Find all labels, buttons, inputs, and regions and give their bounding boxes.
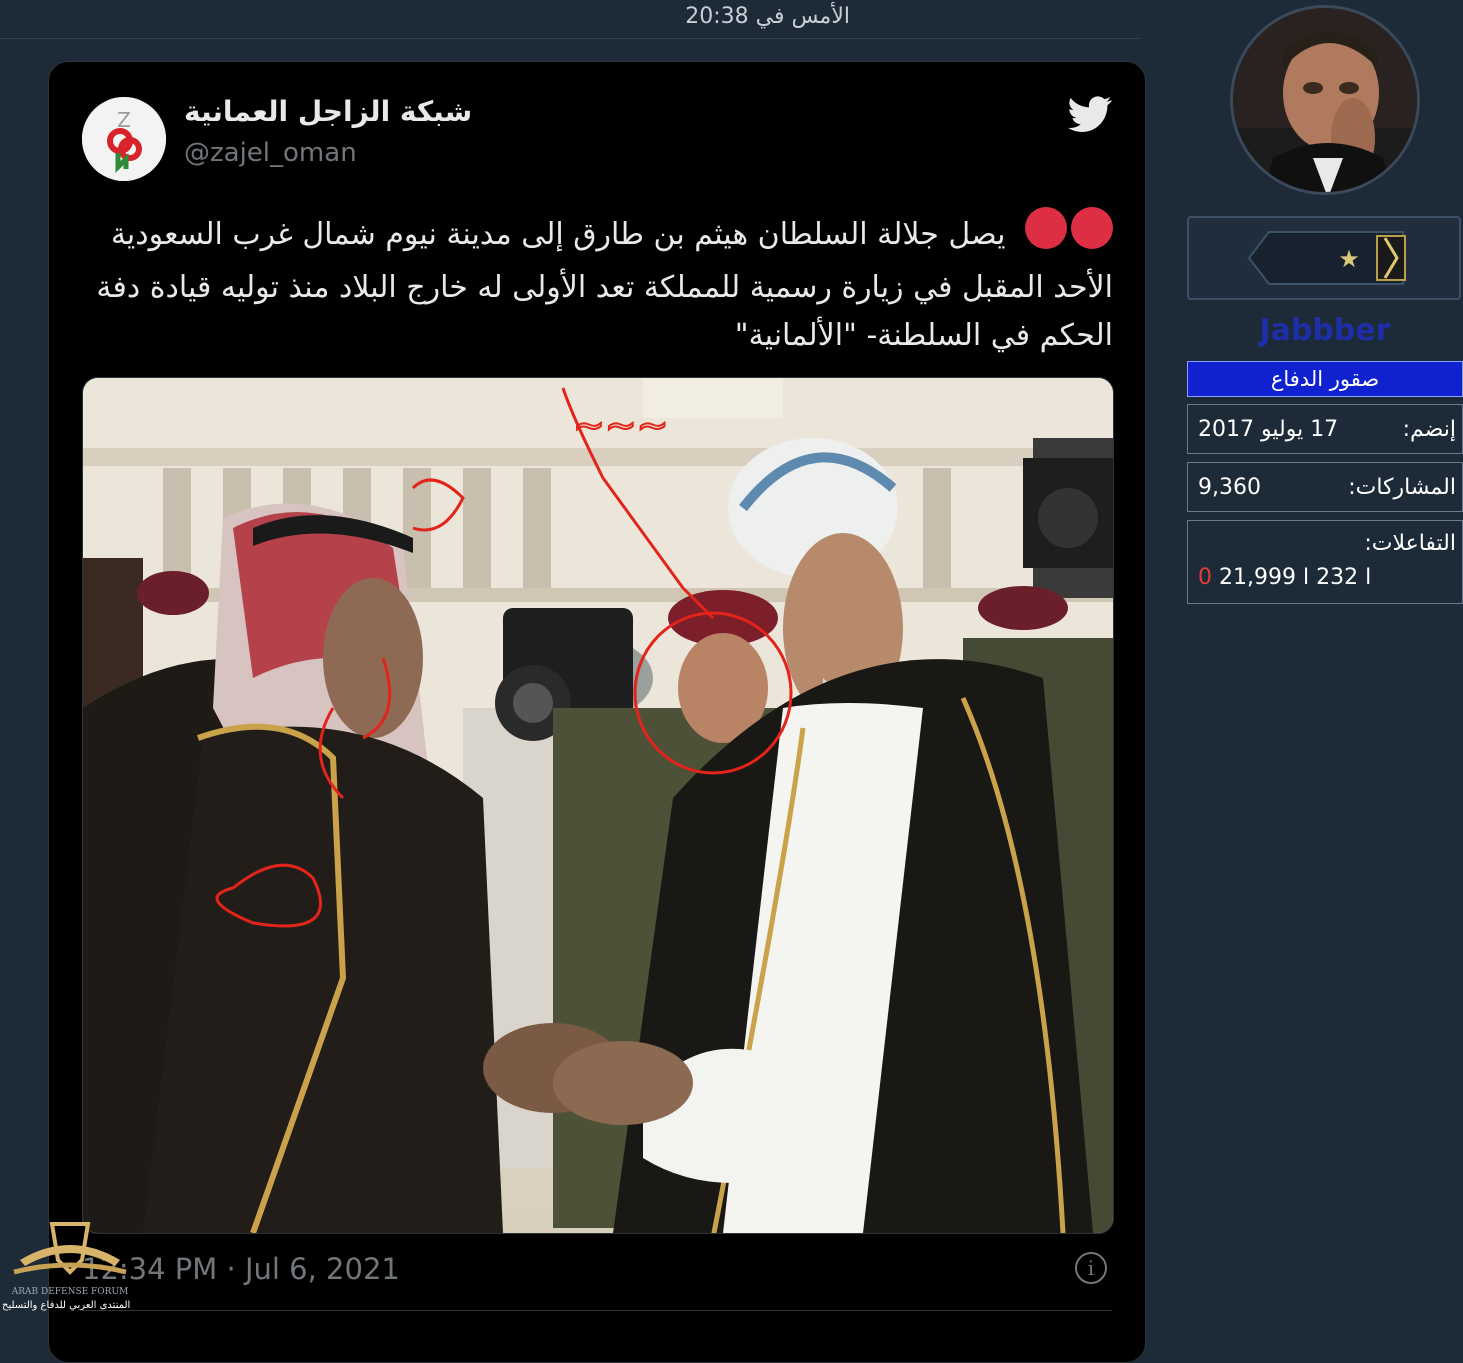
reaction-positive: 21,999 xyxy=(1219,565,1296,590)
posts-stat: المشاركات: 9,360 xyxy=(1187,462,1463,512)
embedded-tweet[interactable]: Z شبكة الزاجل العمانية @zajel_oman يصل ج… xyxy=(48,61,1146,1363)
star-rank-icon: ★ xyxy=(1338,245,1360,273)
svg-text:ARAB DEFENSE FORUM: ARAB DEFENSE FORUM xyxy=(11,1287,129,1297)
post-timestamp[interactable]: الأمس في 20:38 xyxy=(685,4,850,29)
reaction-separator: ا xyxy=(1358,565,1372,590)
forum-watermark-text: المنتدى العربي للدفاع والتسليح xyxy=(2,1300,131,1311)
post-area: الأمس في 20:38 Z شبكة الزاجل العمانية @z… xyxy=(0,0,1168,1363)
tweet-author-avatar[interactable]: Z xyxy=(82,97,166,181)
reactions-label: التفاعلات: xyxy=(1364,531,1456,556)
svg-text:~~~: ~~~ xyxy=(573,403,669,447)
reactions-values: 0 ا 232 ا 21,999 xyxy=(1198,565,1371,590)
username[interactable]: Jabbber xyxy=(1187,313,1463,348)
divider xyxy=(82,1310,1112,1311)
reaction-negative: 0 xyxy=(1198,565,1212,590)
user-title-badge: صقور الدفاع xyxy=(1187,361,1463,397)
reaction-separator: ا xyxy=(1295,565,1310,590)
info-icon[interactable]: i xyxy=(1075,1252,1107,1284)
divider xyxy=(0,38,1140,39)
joined-stat: إنضم: 17 يوليو 2017 xyxy=(1187,404,1463,454)
tweet-text: يصل جلالة السلطان هيثم بن طارق إلى مدينة… xyxy=(73,207,1113,360)
posts-value[interactable]: 9,360 xyxy=(1198,475,1261,500)
joined-label: إنضم: xyxy=(1402,417,1456,442)
red-circle-emoji-icon xyxy=(1021,207,1113,264)
twitter-bird-icon[interactable] xyxy=(1065,92,1115,136)
user-rank-badge: ★ xyxy=(1187,216,1461,300)
tweet-body: يصل جلالة السلطان هيثم بن طارق إلى مدينة… xyxy=(96,217,1113,353)
reaction-neutral: 232 xyxy=(1316,565,1359,590)
tweet-photo[interactable]: ~~~ xyxy=(82,377,1114,1234)
user-avatar[interactable] xyxy=(1230,5,1420,195)
posts-label: المشاركات: xyxy=(1348,475,1456,500)
tweet-display-name[interactable]: شبكة الزاجل العمانية xyxy=(184,95,472,128)
tweet-handle[interactable]: @zajel_oman xyxy=(184,138,357,168)
joined-value: 17 يوليو 2017 xyxy=(1198,417,1339,442)
user-info-panel xyxy=(1168,0,1463,1320)
reactions-stat: التفاعلات: 0 ا 232 ا 21,999 xyxy=(1187,520,1463,604)
